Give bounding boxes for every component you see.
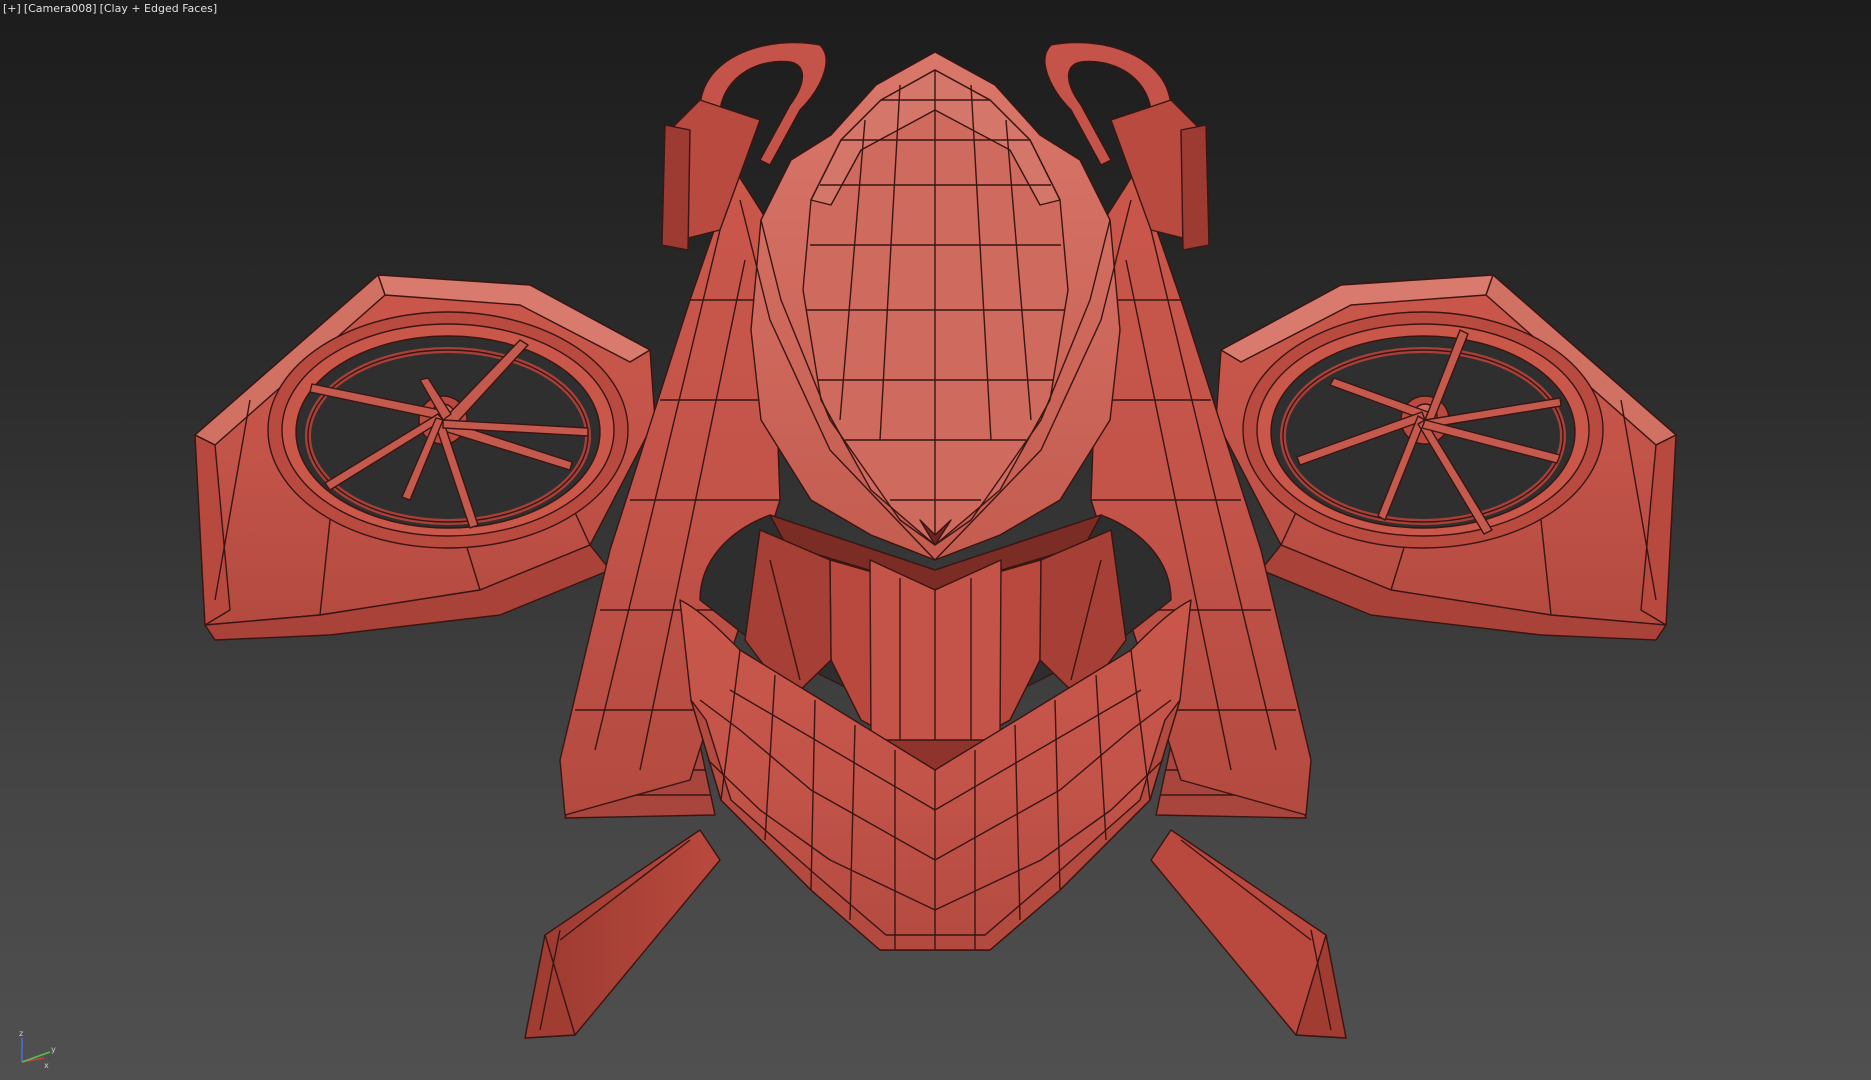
viewport-plus-menu[interactable]: [+]: [3, 2, 21, 15]
viewport-camera-menu[interactable]: [Camera008]: [24, 2, 97, 15]
viewport-camera008[interactable]: [+] [Camera008] [Clay + Edged Faces] z y…: [0, 0, 1871, 1080]
right-lower-fin: [1150, 829, 1347, 1039]
drone-model[interactable]: [0, 0, 1871, 1080]
viewport-label-bar: [+] [Camera008] [Clay + Edged Faces]: [3, 2, 217, 15]
viewport-shading-menu[interactable]: [Clay + Edged Faces]: [100, 2, 218, 15]
left-lower-fin: [524, 829, 721, 1039]
axis-y-label: y: [51, 1045, 56, 1054]
central-head: [739, 51, 1132, 561]
axis-x-label: x: [44, 1061, 49, 1070]
axis-z-label: z: [19, 1029, 23, 1038]
axis-gizmo: z y x: [14, 1028, 60, 1074]
